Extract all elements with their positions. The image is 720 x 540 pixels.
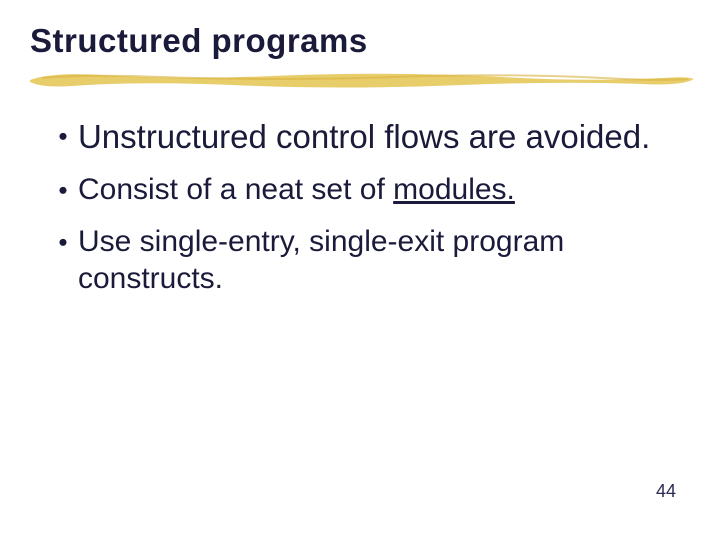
bullet-text-underlined: modules.: [393, 173, 515, 206]
content-area: ● Unstructured control flows are avoided…: [30, 116, 690, 298]
bullet-text: Consist of a neat set of modules.: [78, 171, 515, 209]
page-number: 44: [656, 481, 676, 502]
bullet-dot-icon: ●: [58, 117, 68, 157]
brushstroke-icon: [22, 66, 702, 94]
bullet-item: ● Consist of a neat set of modules.: [58, 171, 680, 209]
bullet-item: ● Unstructured control flows are avoided…: [58, 116, 680, 157]
slide: Structured programs ● Unstructured contr…: [0, 0, 720, 540]
slide-title: Structured programs: [30, 22, 690, 60]
bullet-text-pre: Unstructured control flows are avoided.: [78, 118, 650, 155]
bullet-text: Unstructured control flows are avoided.: [78, 116, 650, 157]
bullet-dot-icon: ●: [58, 172, 68, 208]
bullet-text-pre: Consist of a neat set of: [78, 173, 393, 206]
title-underline: [30, 66, 690, 94]
bullet-item: ● Use single-entry, single-exit program …: [58, 223, 680, 298]
bullet-text-pre: Use single-entry, single-exit program co…: [78, 225, 564, 296]
bullet-dot-icon: ●: [58, 224, 68, 260]
bullet-text: Use single-entry, single-exit program co…: [78, 223, 680, 298]
